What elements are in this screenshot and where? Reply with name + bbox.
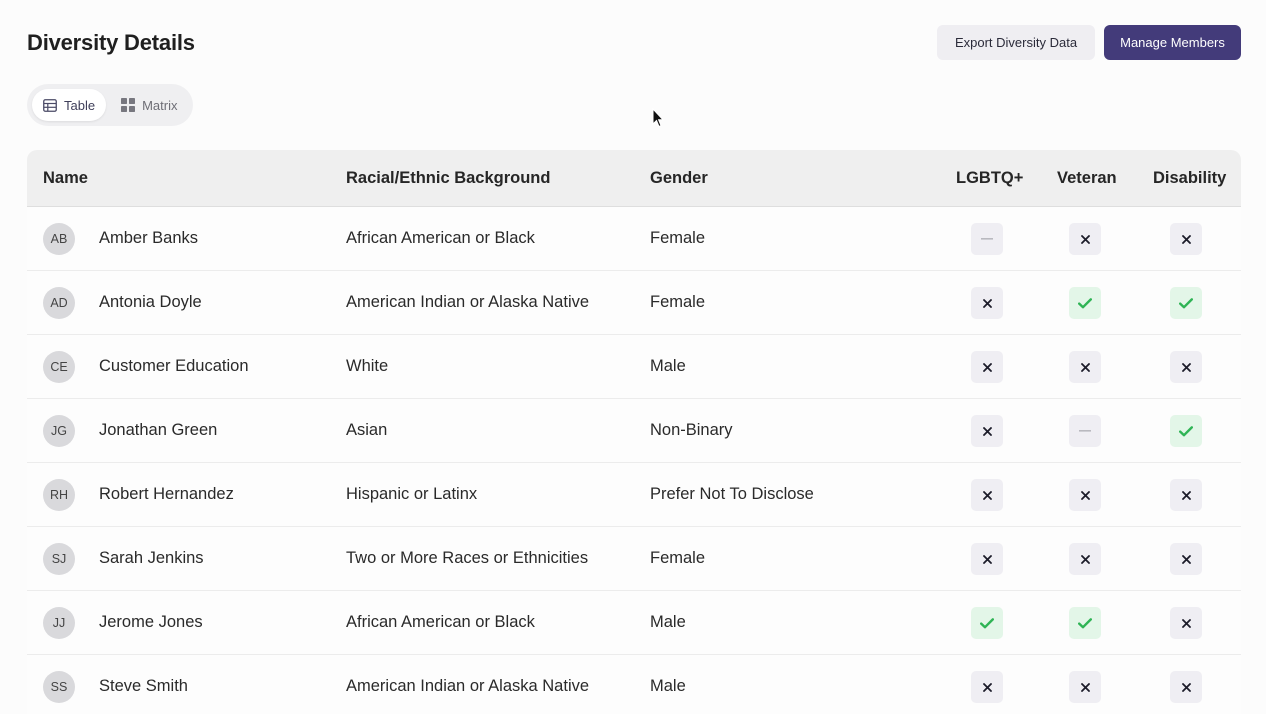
avatar: RH — [43, 479, 75, 511]
avatar: AB — [43, 223, 75, 255]
diversity-table: Name Racial/Ethnic Background Gender LGB… — [27, 150, 1241, 714]
diversity-details-page: Diversity Details Export Diversity Data … — [0, 0, 1266, 714]
member-name[interactable]: Jerome Jones — [99, 591, 203, 654]
member-name[interactable]: Steve Smith — [99, 655, 188, 714]
racial-ethnic-background: Two or More Races or Ethnicities — [346, 549, 589, 567]
gender: Male — [650, 357, 686, 375]
veteran-not-disclosed-dash-icon — [1069, 415, 1101, 447]
member-name[interactable]: Jonathan Green — [99, 399, 217, 462]
veteran-no-x-icon — [1069, 223, 1101, 255]
gender: Non-Binary — [650, 421, 733, 439]
disability-no-x-icon — [1170, 671, 1202, 703]
avatar: AD — [43, 287, 75, 319]
avatar: CE — [43, 351, 75, 383]
table-body: AB Amber Banks African American or Black Fe… — [27, 207, 1241, 714]
export-diversity-data-button[interactable]: Export Diversity Data — [937, 25, 1095, 60]
table-row[interactable]: SJ Sarah Jenkins Two or More Races or Ethn… — [27, 527, 1241, 591]
gender: Prefer Not To Disclose — [650, 485, 814, 503]
table-row[interactable]: AD Antonia Doyle American Indian or Alaska… — [27, 271, 1241, 335]
matrix-view-label: Matrix — [142, 97, 178, 113]
manage-members-button[interactable]: Manage Members — [1104, 25, 1241, 60]
lgbtq-no-x-icon — [971, 415, 1003, 447]
veteran-no-x-icon — [1069, 351, 1101, 383]
mouse-cursor-icon — [652, 107, 665, 133]
racial-ethnic-background: Hispanic or Latinx — [346, 485, 478, 503]
disability-no-x-icon — [1170, 607, 1202, 639]
member-name[interactable]: Amber Banks — [99, 207, 198, 270]
racial-ethnic-background: African American or Black — [346, 229, 535, 247]
grid-icon — [121, 98, 136, 112]
avatar: SJ — [43, 543, 75, 575]
gender: Male — [650, 677, 686, 695]
page-title: Diversity Details — [27, 30, 195, 55]
veteran-yes-check-icon — [1069, 607, 1101, 639]
column-header-gender[interactable]: Gender — [650, 150, 708, 206]
veteran-no-x-icon — [1069, 543, 1101, 575]
view-toggle: Table Matrix — [27, 84, 193, 126]
column-header-name[interactable]: Name — [43, 150, 88, 206]
racial-ethnic-background: White — [346, 357, 389, 375]
column-header-disability[interactable]: Disability — [1153, 150, 1226, 206]
veteran-yes-check-icon — [1069, 287, 1101, 319]
racial-ethnic-background: American Indian or Alaska Native — [346, 677, 590, 695]
disability-no-x-icon — [1170, 351, 1202, 383]
lgbtq-yes-check-icon — [971, 607, 1003, 639]
table-view-label: Table — [64, 97, 96, 113]
racial-ethnic-background: Asian — [346, 421, 388, 439]
racial-ethnic-background: American Indian or Alaska Native — [346, 293, 590, 311]
avatar: SS — [43, 671, 75, 703]
table-row[interactable]: RH Robert Hernandez Hispanic or Latinx Pref… — [27, 463, 1241, 527]
avatar: JG — [43, 415, 75, 447]
member-name[interactable]: Antonia Doyle — [99, 271, 202, 334]
table-header: Name Racial/Ethnic Background Gender LGB… — [27, 150, 1241, 207]
table-view-tab[interactable]: Table — [32, 89, 107, 121]
gender: Male — [650, 613, 686, 631]
matrix-view-tab[interactable]: Matrix — [110, 89, 188, 121]
column-header-veteran[interactable]: Veteran — [1057, 150, 1117, 206]
disability-no-x-icon — [1170, 479, 1202, 511]
gender: Female — [650, 293, 706, 311]
disability-no-x-icon — [1170, 543, 1202, 575]
gender: Female — [650, 549, 706, 567]
table-row[interactable]: SS Steve Smith American Indian or Alaska N… — [27, 655, 1241, 714]
table-icon — [43, 98, 57, 112]
table-row[interactable]: CE Customer Education White Male — [27, 335, 1241, 399]
member-name[interactable]: Customer Education — [99, 335, 249, 398]
gender: Female — [650, 229, 706, 247]
lgbtq-no-x-icon — [971, 671, 1003, 703]
lgbtq-no-x-icon — [971, 287, 1003, 319]
column-header-race[interactable]: Racial/Ethnic Background — [346, 150, 550, 206]
veteran-no-x-icon — [1069, 671, 1101, 703]
disability-yes-check-icon — [1170, 415, 1202, 447]
lgbtq-not-disclosed-dash-icon — [971, 223, 1003, 255]
table-row[interactable]: JG Jonathan Green Asian Non-Binary — [27, 399, 1241, 463]
table-row[interactable]: AB Amber Banks African American or Black Fe… — [27, 207, 1241, 271]
disability-no-x-icon — [1170, 223, 1202, 255]
racial-ethnic-background: African American or Black — [346, 613, 535, 631]
member-name[interactable]: Sarah Jenkins — [99, 527, 204, 590]
avatar: JJ — [43, 607, 75, 639]
table-row[interactable]: JJ Jerome Jones African American or Black M… — [27, 591, 1241, 655]
column-header-lgbtq[interactable]: LGBTQ+ — [956, 150, 1023, 206]
veteran-no-x-icon — [1069, 479, 1101, 511]
lgbtq-no-x-icon — [971, 479, 1003, 511]
lgbtq-no-x-icon — [971, 543, 1003, 575]
disability-yes-check-icon — [1170, 287, 1202, 319]
member-name[interactable]: Robert Hernandez — [99, 463, 234, 526]
lgbtq-no-x-icon — [971, 351, 1003, 383]
